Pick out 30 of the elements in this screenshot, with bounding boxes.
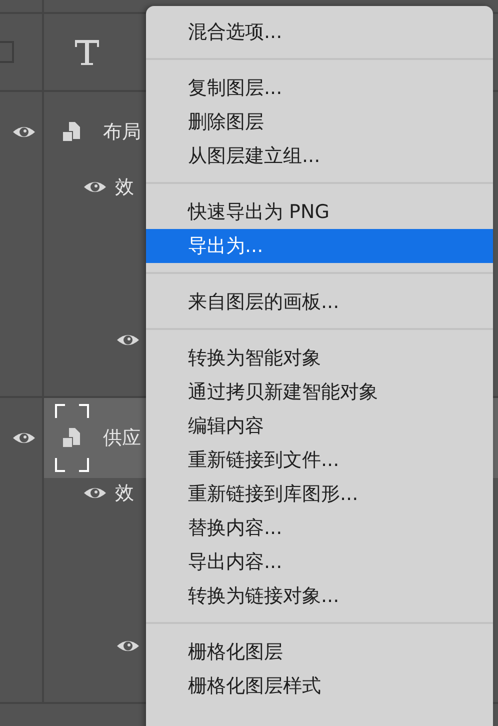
menu-item[interactable]: 转换为链接对象... [146, 579, 493, 613]
menu-item[interactable]: 栅格化图层样式 [146, 669, 493, 703]
effects-label: 效 [115, 175, 134, 200]
menu-item[interactable]: 来自图层的画板... [146, 285, 493, 319]
menu-item[interactable]: 导出内容... [146, 545, 493, 579]
smart-object-icon [63, 428, 81, 448]
menu-item[interactable]: 栅格化图层 [146, 635, 493, 669]
eye-icon[interactable] [116, 638, 140, 654]
menu-item[interactable]: 导出为... [146, 229, 493, 263]
eye-icon[interactable] [116, 332, 140, 348]
eye-icon[interactable] [83, 485, 107, 501]
text-layer-icon [73, 38, 101, 66]
eye-icon[interactable] [12, 430, 36, 446]
menu-item[interactable]: 混合选项... [146, 15, 493, 49]
menu-item[interactable]: 重新链接到库图形... [146, 477, 493, 511]
effects-label: 效 [115, 481, 134, 506]
menu-item[interactable]: 转换为智能对象 [146, 341, 493, 375]
menu-item[interactable]: 从图层建立组... [146, 139, 493, 173]
menu-item[interactable]: 通过拷贝新建智能对象 [146, 375, 493, 409]
layer-name[interactable]: 供应 [103, 425, 141, 451]
layer-name[interactable]: 布局 [103, 119, 141, 145]
menu-item[interactable]: 重新链接到文件... [146, 443, 493, 477]
menu-item[interactable]: 替换内容... [146, 511, 493, 545]
menu-item[interactable]: 复制图层... [146, 71, 493, 105]
menu-item[interactable]: 编辑内容 [146, 409, 493, 443]
smart-object-icon [63, 122, 81, 142]
menu-item[interactable]: 删除图层 [146, 105, 493, 139]
menu-item[interactable]: 快速导出为 PNG [146, 195, 493, 229]
eye-icon[interactable] [12, 124, 36, 140]
eye-icon[interactable] [83, 179, 107, 195]
